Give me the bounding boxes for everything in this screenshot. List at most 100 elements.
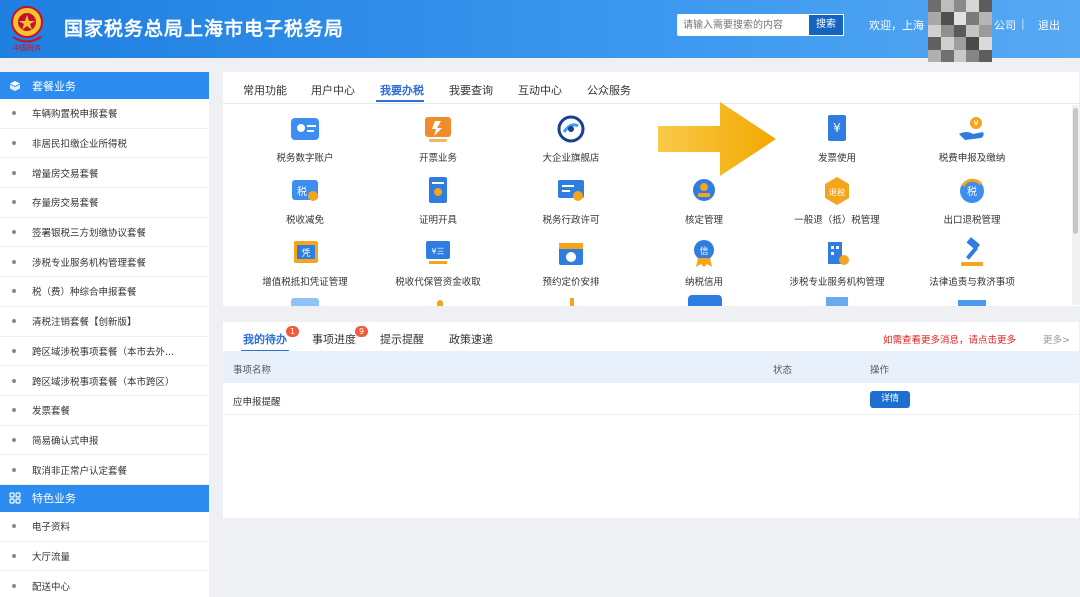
credit-medal-icon: 信	[687, 236, 721, 270]
svg-text:中国税务: 中国税务	[13, 43, 41, 52]
header-separator: |	[1021, 17, 1025, 30]
todo-panel: 我的待办 1 事项进度 9 提示提醒 政策速递 如需查看更多消息，请点击更多 更…	[223, 322, 1079, 518]
function-tax-digital-account[interactable]: 税务数字账户	[240, 112, 370, 164]
sidebar-item[interactable]: 税（费）种综合申报套餐	[0, 277, 209, 307]
more-link[interactable]: 更多>	[1043, 332, 1070, 346]
bullet	[12, 230, 16, 235]
sidebar-item[interactable]: 非居民扣缴企业所得税	[0, 129, 209, 159]
sidebar-item[interactable]: 取消非正常户认定套餐	[0, 455, 209, 485]
tab-user-center[interactable]: 用户中心	[311, 82, 355, 98]
sidebar-item[interactable]: 发票套餐	[0, 396, 209, 426]
function-invoice-usage[interactable]: ¥ 发票使用	[772, 112, 902, 164]
function-tabs: 常用功能 用户中心 我要办税 我要查询 互动中心 公众服务	[223, 72, 1079, 104]
sidebar-item[interactable]: 涉税专业服务机构管理套餐	[0, 247, 209, 278]
sidebar-section-package[interactable]: 套餐业务	[0, 72, 209, 99]
function-vat-deduction[interactable]: 凭 增值税抵扣凭证管理	[240, 236, 370, 288]
export-refund-icon: 税	[955, 174, 989, 208]
sidebar-item-label: 跨区域涉税事项套餐（本市去外...	[32, 346, 175, 358]
tab-query[interactable]: 我要查询	[449, 82, 493, 98]
bullet	[12, 319, 16, 324]
sidebar: 套餐业务 车辆购置税申报套餐 非居民扣缴企业所得税 增量房交易套餐 存量房交易套…	[0, 72, 209, 597]
tax-emblem-logo: 中国税务	[11, 6, 43, 52]
custody-funds-icon: ¥三	[421, 236, 455, 270]
tax-reduction-icon: 税	[288, 174, 322, 208]
sidebar-item[interactable]: 简易确认式申报	[0, 426, 209, 456]
tab-common[interactable]: 常用功能	[243, 82, 287, 98]
sidebar-item-label: 跨区域涉税事项套餐（本市跨区）	[32, 376, 175, 388]
tab-tax-handling[interactable]: 我要办税	[380, 82, 424, 98]
partial-row-icon	[291, 298, 319, 306]
function-enterprise-store[interactable]: 大企业旗舰店	[506, 112, 636, 164]
sidebar-item[interactable]: 配送中心	[0, 571, 209, 597]
function-tax-declaration-payment[interactable]: ¥ 税费申报及缴纳	[907, 112, 1037, 164]
sidebar-item-label: 简易确认式申报	[32, 435, 99, 447]
svg-text:信: 信	[699, 245, 708, 257]
sidebar-item[interactable]: 电子资料	[0, 512, 209, 542]
calendar-icon	[554, 236, 588, 270]
hand-coin-icon: ¥	[955, 112, 989, 146]
sidebar-item[interactable]: 清税注销套餐【创新版】	[0, 307, 209, 337]
function-legal-remedy[interactable]: 法律追责与救济事项	[907, 236, 1037, 288]
certificate-icon	[421, 174, 455, 208]
sidebar-item[interactable]: 存量房交易套餐	[0, 188, 209, 218]
grid-icon	[8, 491, 22, 505]
function-verification[interactable]: 核定管理	[639, 174, 769, 226]
item-name: 应申报提醒	[233, 397, 281, 408]
tab-policy-news[interactable]: 政策速递	[449, 331, 493, 347]
sidebar-item[interactable]: 增量房交易套餐	[0, 158, 209, 189]
function-advance-pricing[interactable]: 预约定价安排	[506, 236, 636, 288]
bullet	[12, 141, 16, 146]
search-button[interactable]: 搜索	[808, 14, 844, 36]
sidebar-item-label: 增量房交易套餐	[32, 168, 99, 180]
tab-interaction[interactable]: 互动中心	[518, 82, 562, 98]
function-tax-admin-license[interactable]: 税务行政许可	[506, 174, 636, 226]
tab-reminders[interactable]: 提示提醒	[380, 331, 424, 347]
bullet	[12, 259, 16, 264]
sidebar-item[interactable]: 签署银税三方划缴协议套餐	[0, 218, 209, 248]
function-custody-funds[interactable]: ¥三 税收代保管资金收取	[373, 236, 503, 288]
partial-row-icon	[826, 297, 848, 306]
tab-public-service[interactable]: 公众服务	[587, 82, 631, 98]
sidebar-item[interactable]: 车辆购置税申报套餐	[0, 99, 209, 129]
bullet	[12, 583, 16, 588]
function-certificate-issuing[interactable]: 证明开具	[373, 174, 503, 226]
column-item-name: 事项名称	[233, 365, 272, 376]
function-export-refund[interactable]: 税 出口退税管理	[907, 174, 1037, 226]
search-input[interactable]	[677, 14, 808, 36]
more-messages-hint[interactable]: 如需查看更多消息，请点击更多	[883, 332, 1016, 346]
bullet	[12, 437, 16, 442]
bullet	[12, 348, 16, 353]
site-title: 国家税务总局上海市电子税务局	[64, 18, 345, 40]
panel-scrollbar-thumb[interactable]	[1073, 108, 1078, 234]
sidebar-item-label: 大厅流量	[32, 551, 71, 563]
sidebar-item[interactable]: 跨区域涉税事项套餐（本市去外...	[0, 337, 209, 367]
sidebar-item-label: 电子资料	[32, 522, 71, 534]
sidebar-item-label: 涉税专业服务机构管理套餐	[32, 257, 147, 269]
function-panel: 常用功能 用户中心 我要办税 我要查询 互动中心 公众服务 税务数字账户 开票业…	[223, 72, 1079, 306]
todo-count-badge: 1	[286, 326, 299, 337]
bullet	[12, 524, 16, 529]
partial-row-icon	[688, 295, 722, 306]
svg-text:¥三: ¥三	[431, 247, 444, 256]
function-tax-credit[interactable]: 信 纳税信用	[639, 236, 769, 288]
logout-link[interactable]: 退出	[1038, 17, 1060, 33]
tab-progress[interactable]: 事项进度	[312, 331, 356, 347]
function-agency-management[interactable]: 涉税专业服务机构管理	[772, 236, 902, 288]
bullet	[12, 111, 16, 116]
function-invoicing[interactable]: 开票业务	[373, 112, 503, 164]
sidebar-section-featured[interactable]: 特色业务	[0, 484, 209, 512]
sidebar-item[interactable]: 跨区域涉税事项套餐（本市跨区）	[0, 366, 209, 396]
partial-row-icon	[570, 298, 574, 306]
sidebar-item-label: 车辆购置税申报套餐	[32, 109, 118, 121]
svg-text:税: 税	[967, 185, 977, 198]
function-tax-reduction[interactable]: 税 税收减免	[240, 174, 370, 226]
tab-my-todo[interactable]: 我的待办	[243, 331, 287, 347]
bullet	[12, 170, 16, 175]
company-name-suffix: 公司	[994, 19, 1016, 32]
detail-button[interactable]: 详情	[870, 391, 910, 408]
sidebar-item[interactable]: 大厅流量	[0, 542, 209, 572]
svg-text:税: 税	[297, 185, 307, 198]
table-header: 事项名称 状态 操作	[223, 351, 1079, 383]
bullet	[12, 467, 16, 472]
function-general-refund[interactable]: 退税 一般退（抵）税管理	[772, 174, 902, 226]
